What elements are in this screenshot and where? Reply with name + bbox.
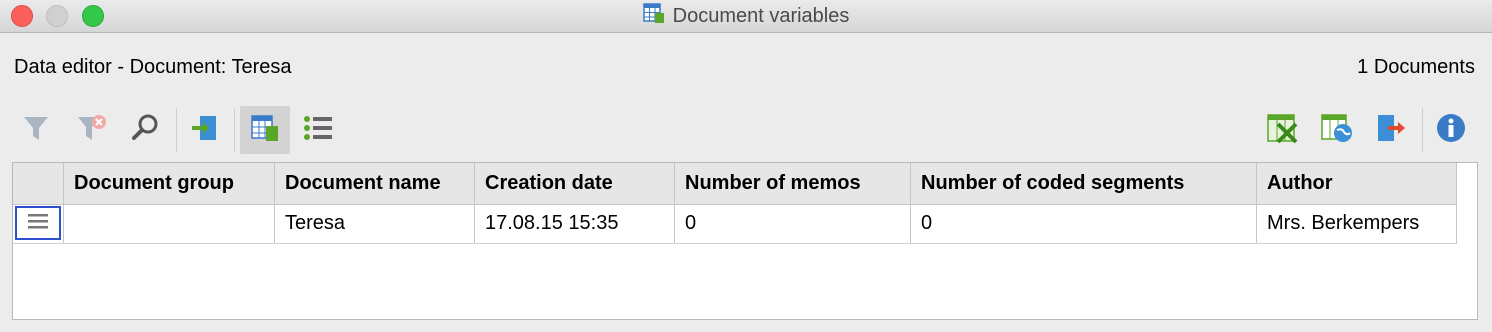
export-icon (1374, 112, 1408, 149)
column-header-document-name[interactable]: Document name (275, 163, 475, 204)
data-table-view-button[interactable] (240, 106, 290, 154)
import-button[interactable] (180, 106, 230, 154)
title-bar: Document variables (0, 0, 1492, 33)
cell-number-of-coded-segments[interactable]: 0 (911, 204, 1257, 243)
filter-button[interactable] (11, 106, 61, 154)
data-table-icon (642, 2, 673, 30)
column-header-number-of-memos[interactable]: Number of memos (675, 163, 911, 204)
search-icon (130, 113, 160, 148)
export-html-button[interactable] (1312, 106, 1362, 154)
column-header-creation-date[interactable]: Creation date (475, 163, 675, 204)
export-button[interactable] (1366, 106, 1416, 154)
clear-filter-button[interactable] (66, 106, 116, 154)
toolbar-separator (1422, 108, 1423, 152)
menu-icon (28, 212, 48, 235)
cell-document-group[interactable] (64, 204, 275, 243)
search-button[interactable] (120, 106, 170, 154)
table-row[interactable]: Teresa 17.08.15 15:35 0 0 Mrs. Berkemper… (13, 204, 1457, 244)
column-header-number-of-coded-segments[interactable]: Number of coded segments (911, 163, 1257, 204)
export-html-icon (1320, 112, 1354, 149)
table-header: Document group Document name Creation da… (13, 163, 1457, 205)
cell-number-of-memos[interactable]: 0 (675, 204, 911, 243)
data-table-view-icon (249, 113, 281, 148)
cell-author[interactable]: Mrs. Berkempers (1257, 204, 1457, 243)
column-header-handle (13, 163, 64, 204)
info-icon (1435, 112, 1467, 149)
row-handle[interactable] (15, 206, 61, 240)
list-view-icon (302, 113, 334, 148)
info-button[interactable] (1426, 106, 1476, 154)
data-editor-heading: Data editor - Document: Teresa (14, 56, 292, 78)
toolbar-separator (234, 108, 235, 152)
cell-creation-date[interactable]: 17.08.15 15:35 (475, 204, 675, 243)
list-view-button[interactable] (293, 106, 343, 154)
document-count: 1 Documents (1357, 56, 1475, 78)
row-handle-cell (13, 204, 64, 243)
window-title: Document variables (0, 0, 1492, 32)
toolbar-separator (176, 108, 177, 152)
column-header-author[interactable]: Author (1257, 163, 1457, 204)
column-header-document-group[interactable]: Document group (64, 163, 275, 204)
import-icon (190, 113, 220, 148)
document-variables-table: Document group Document name Creation da… (12, 162, 1478, 320)
clear-filter-icon (75, 113, 107, 148)
export-excel-icon (1266, 112, 1300, 149)
export-excel-button[interactable] (1258, 106, 1308, 154)
filter-icon (21, 113, 51, 148)
cell-document-name[interactable]: Teresa (275, 204, 475, 243)
window-title-text: Document variables (672, 4, 850, 27)
